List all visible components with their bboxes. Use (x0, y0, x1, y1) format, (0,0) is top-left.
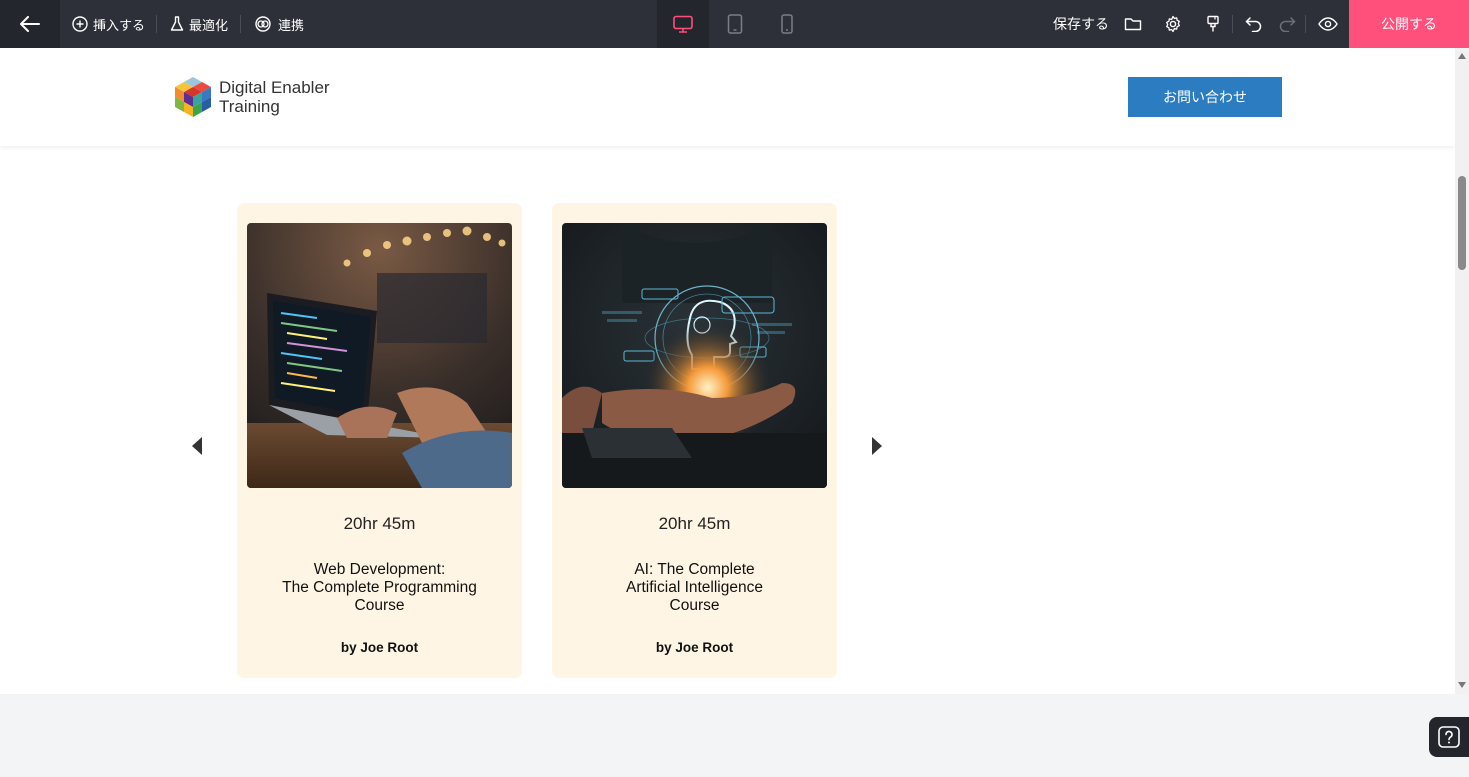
scroll-up-arrow[interactable] (1458, 53, 1466, 59)
editor-toolbar: 挿入する 最適化 連携 保存する 公開する (0, 0, 1469, 48)
mobile-icon (781, 14, 793, 34)
course-title-line: AI: The Complete (634, 561, 755, 578)
toolbar-divider (240, 15, 241, 33)
style-brush-button[interactable] (1198, 0, 1228, 48)
redo-icon (1279, 17, 1296, 32)
course-title-line: The Complete Programming (282, 579, 477, 596)
mobile-view-button[interactable] (761, 0, 813, 48)
logo-line1: Digital Enabler (219, 78, 330, 97)
eye-icon (1318, 17, 1338, 31)
toolbar-divider (156, 15, 157, 33)
arrow-left-icon (20, 16, 40, 32)
course-card[interactable]: 20hr 45m AI: The Complete Artificial Int… (552, 203, 837, 678)
page-canvas: Digital Enabler Training お問い合わせ 20hr 45m… (0, 48, 1455, 694)
save-button[interactable]: 保存する (1053, 0, 1109, 48)
preview-button[interactable] (1313, 0, 1343, 48)
gear-icon (1166, 15, 1180, 33)
cube-logo-icon (175, 77, 211, 117)
undo-icon (1245, 17, 1262, 32)
scroll-thumb[interactable] (1458, 176, 1466, 270)
toolbar-divider (1232, 15, 1233, 33)
help-button[interactable] (1429, 717, 1469, 757)
toolbar-divider (1305, 15, 1306, 33)
site-header: Digital Enabler Training お問い合わせ (0, 48, 1455, 146)
insert-label: 挿入する (93, 17, 146, 33)
course-title-line: Course (354, 597, 405, 614)
plus-circle-icon (72, 16, 88, 32)
course-duration: 20hr 45m (658, 514, 731, 533)
question-icon (1438, 726, 1460, 748)
course-card[interactable]: 20hr 45m Web Development: The Complete P… (237, 203, 522, 678)
course-title-line: Artificial Intelligence (626, 579, 763, 596)
insert-button[interactable]: 挿入する (72, 0, 145, 48)
desktop-icon (673, 15, 693, 33)
flask-icon (170, 16, 184, 31)
course-author: by Joe Root (655, 640, 734, 655)
course-title-line: Course (669, 597, 720, 614)
settings-button[interactable] (1158, 0, 1188, 48)
integrate-label: 連携 (278, 17, 305, 33)
tablet-icon (727, 14, 743, 34)
contact-button[interactable]: お問い合わせ (1128, 77, 1282, 117)
redo-button[interactable] (1272, 0, 1302, 48)
course-author: by Joe Root (340, 640, 419, 655)
link-circles-icon (255, 16, 271, 32)
desktop-view-button[interactable] (657, 0, 709, 48)
carousel-prev-button[interactable] (187, 431, 207, 461)
scroll-down-arrow[interactable] (1458, 682, 1466, 688)
site-logo[interactable]: Digital Enabler Training (172, 75, 330, 119)
undo-button[interactable] (1239, 0, 1269, 48)
course-duration: 20hr 45m (343, 514, 416, 533)
integrate-button[interactable]: 連携 (253, 0, 304, 48)
course-title: Web Development: The Complete Programmin… (257, 561, 502, 615)
canvas-scrollbar[interactable] (1455, 48, 1469, 694)
logo-line2: Training (219, 97, 280, 116)
folder-button[interactable] (1118, 0, 1148, 48)
publish-button[interactable]: 公開する (1349, 0, 1469, 48)
course-image-laptop (247, 223, 512, 488)
logo-text: Digital Enabler Training (219, 78, 330, 116)
caret-left-icon (192, 437, 202, 455)
folder-icon (1124, 18, 1142, 31)
course-title-line: Web Development: (313, 561, 446, 578)
carousel-next-button[interactable] (867, 431, 887, 461)
caret-right-icon (872, 437, 882, 455)
back-button[interactable] (0, 0, 60, 48)
paint-brush-icon (1207, 15, 1219, 32)
optimize-button[interactable]: 最適化 (170, 0, 228, 48)
course-title: AI: The Complete Artificial Intelligence… (572, 561, 817, 615)
optimize-label: 最適化 (189, 17, 229, 33)
tablet-view-button[interactable] (709, 0, 761, 48)
course-image-ai (562, 223, 827, 488)
